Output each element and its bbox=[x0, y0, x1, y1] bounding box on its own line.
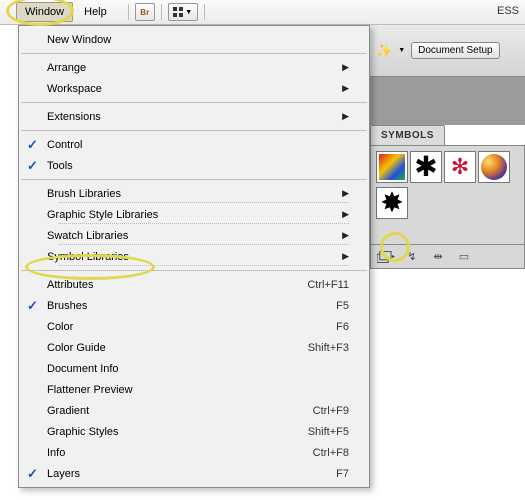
place-symbol-icon[interactable]: ↯ bbox=[403, 250, 421, 264]
workspace-label[interactable]: ESS bbox=[497, 5, 519, 17]
shortcut-label: F7 bbox=[336, 468, 349, 480]
symbol-thumb-inkblot[interactable]: ✸ bbox=[376, 187, 408, 219]
submenu-arrow-icon: ▶ bbox=[342, 209, 349, 220]
menu-item-graphic-style-libraries[interactable]: Graphic Style Libraries▶ bbox=[19, 204, 369, 225]
menu-item-arrange[interactable]: Arrange▶ bbox=[19, 57, 369, 78]
menu-separator bbox=[21, 53, 367, 54]
submenu-arrow-icon: ▶ bbox=[342, 251, 349, 262]
symbols-panel-body: ✱ ✻ ✸ bbox=[370, 145, 525, 245]
menu-item-extensions[interactable]: Extensions▶ bbox=[19, 106, 369, 127]
shortcut-label: F6 bbox=[336, 321, 349, 333]
check-icon: ✓ bbox=[27, 466, 38, 482]
menu-item-info[interactable]: InfoCtrl+F8 bbox=[19, 442, 369, 463]
menu-window[interactable]: Window bbox=[16, 2, 73, 22]
menu-item-new-window[interactable]: New Window bbox=[19, 29, 369, 50]
symbol-thumb-splat[interactable]: ✱ bbox=[410, 151, 442, 183]
menu-item-color[interactable]: ColorF6 bbox=[19, 316, 369, 337]
chevron-down-icon: ▼ bbox=[398, 47, 405, 54]
menu-separator bbox=[21, 130, 367, 131]
check-icon: ✓ bbox=[27, 298, 38, 314]
chevron-down-icon: ▼ bbox=[185, 9, 192, 16]
break-link-icon[interactable]: ⇹ bbox=[429, 250, 447, 264]
check-icon: ✓ bbox=[27, 137, 38, 153]
document-setup-button[interactable]: Document Setup bbox=[411, 42, 500, 59]
grid-icon bbox=[173, 7, 183, 17]
menu-item-color-guide[interactable]: Color GuideShift+F3 bbox=[19, 337, 369, 358]
symbols-panel: SYMBOLS ✱ ✻ ✸ ▸ ↯ ⇹ ▭ bbox=[370, 125, 525, 269]
check-icon: ✓ bbox=[27, 158, 38, 174]
shortcut-label: Shift+F5 bbox=[308, 426, 349, 438]
control-bar: ✨ ▼ Document Setup bbox=[370, 25, 525, 77]
menu-item-brushes[interactable]: ✓BrushesF5 bbox=[19, 295, 369, 316]
shortcut-label: Ctrl+F8 bbox=[313, 447, 349, 459]
symbol-thumb-cube[interactable] bbox=[376, 151, 408, 183]
shortcut-label: Ctrl+F11 bbox=[307, 279, 349, 291]
submenu-arrow-icon: ▶ bbox=[342, 111, 349, 122]
arrange-docs-button[interactable]: ▼ bbox=[168, 3, 198, 21]
menu-separator bbox=[21, 102, 367, 103]
app-background bbox=[370, 77, 525, 125]
menu-help[interactable]: Help bbox=[75, 2, 116, 22]
menu-separator bbox=[21, 270, 367, 271]
menu-item-swatch-libraries[interactable]: Swatch Libraries▶ bbox=[19, 225, 369, 246]
menu-separator bbox=[21, 179, 367, 180]
symbol-thumb-bow[interactable]: ✻ bbox=[444, 151, 476, 183]
shortcut-label: Ctrl+F9 bbox=[313, 405, 349, 417]
panel-tab-symbols[interactable]: SYMBOLS bbox=[370, 125, 445, 145]
shortcut-label: Shift+F3 bbox=[308, 342, 349, 354]
menubar: Window Help Br ▼ ESS bbox=[0, 0, 525, 25]
menu-item-workspace[interactable]: Workspace▶ bbox=[19, 78, 369, 99]
menu-item-tools[interactable]: ✓Tools bbox=[19, 155, 369, 176]
shortcut-label: F5 bbox=[336, 300, 349, 312]
menu-item-gradient[interactable]: GradientCtrl+F9 bbox=[19, 400, 369, 421]
window-dropdown: New Window Arrange▶ Workspace▶ Extension… bbox=[18, 25, 370, 488]
symbol-options-icon[interactable]: ▭ bbox=[455, 250, 473, 264]
menu-item-flattener-preview[interactable]: Flattener Preview bbox=[19, 379, 369, 400]
menu-item-symbol-libraries[interactable]: Symbol Libraries▶ bbox=[19, 246, 369, 267]
symbol-thumb-sphere[interactable] bbox=[478, 151, 510, 183]
symbol-libraries-icon[interactable]: ▸ bbox=[377, 250, 395, 264]
submenu-arrow-icon: ▶ bbox=[342, 188, 349, 199]
menu-item-brush-libraries[interactable]: Brush Libraries▶ bbox=[19, 183, 369, 204]
menu-item-layers[interactable]: ✓LayersF7 bbox=[19, 463, 369, 484]
submenu-arrow-icon: ▶ bbox=[342, 62, 349, 73]
menu-item-graphic-styles[interactable]: Graphic StylesShift+F5 bbox=[19, 421, 369, 442]
menu-item-control[interactable]: ✓Control bbox=[19, 134, 369, 155]
submenu-arrow-icon: ▶ bbox=[342, 83, 349, 94]
menu-item-document-info[interactable]: Document Info bbox=[19, 358, 369, 379]
symbols-panel-footer: ▸ ↯ ⇹ ▭ bbox=[370, 245, 525, 269]
menu-item-attributes[interactable]: AttributesCtrl+F11 bbox=[19, 274, 369, 295]
bridge-button[interactable]: Br bbox=[135, 3, 155, 21]
toolbar-group: Br ▼ bbox=[128, 3, 205, 21]
submenu-arrow-icon: ▶ bbox=[342, 230, 349, 241]
wand-icon: ✨ bbox=[376, 43, 392, 59]
